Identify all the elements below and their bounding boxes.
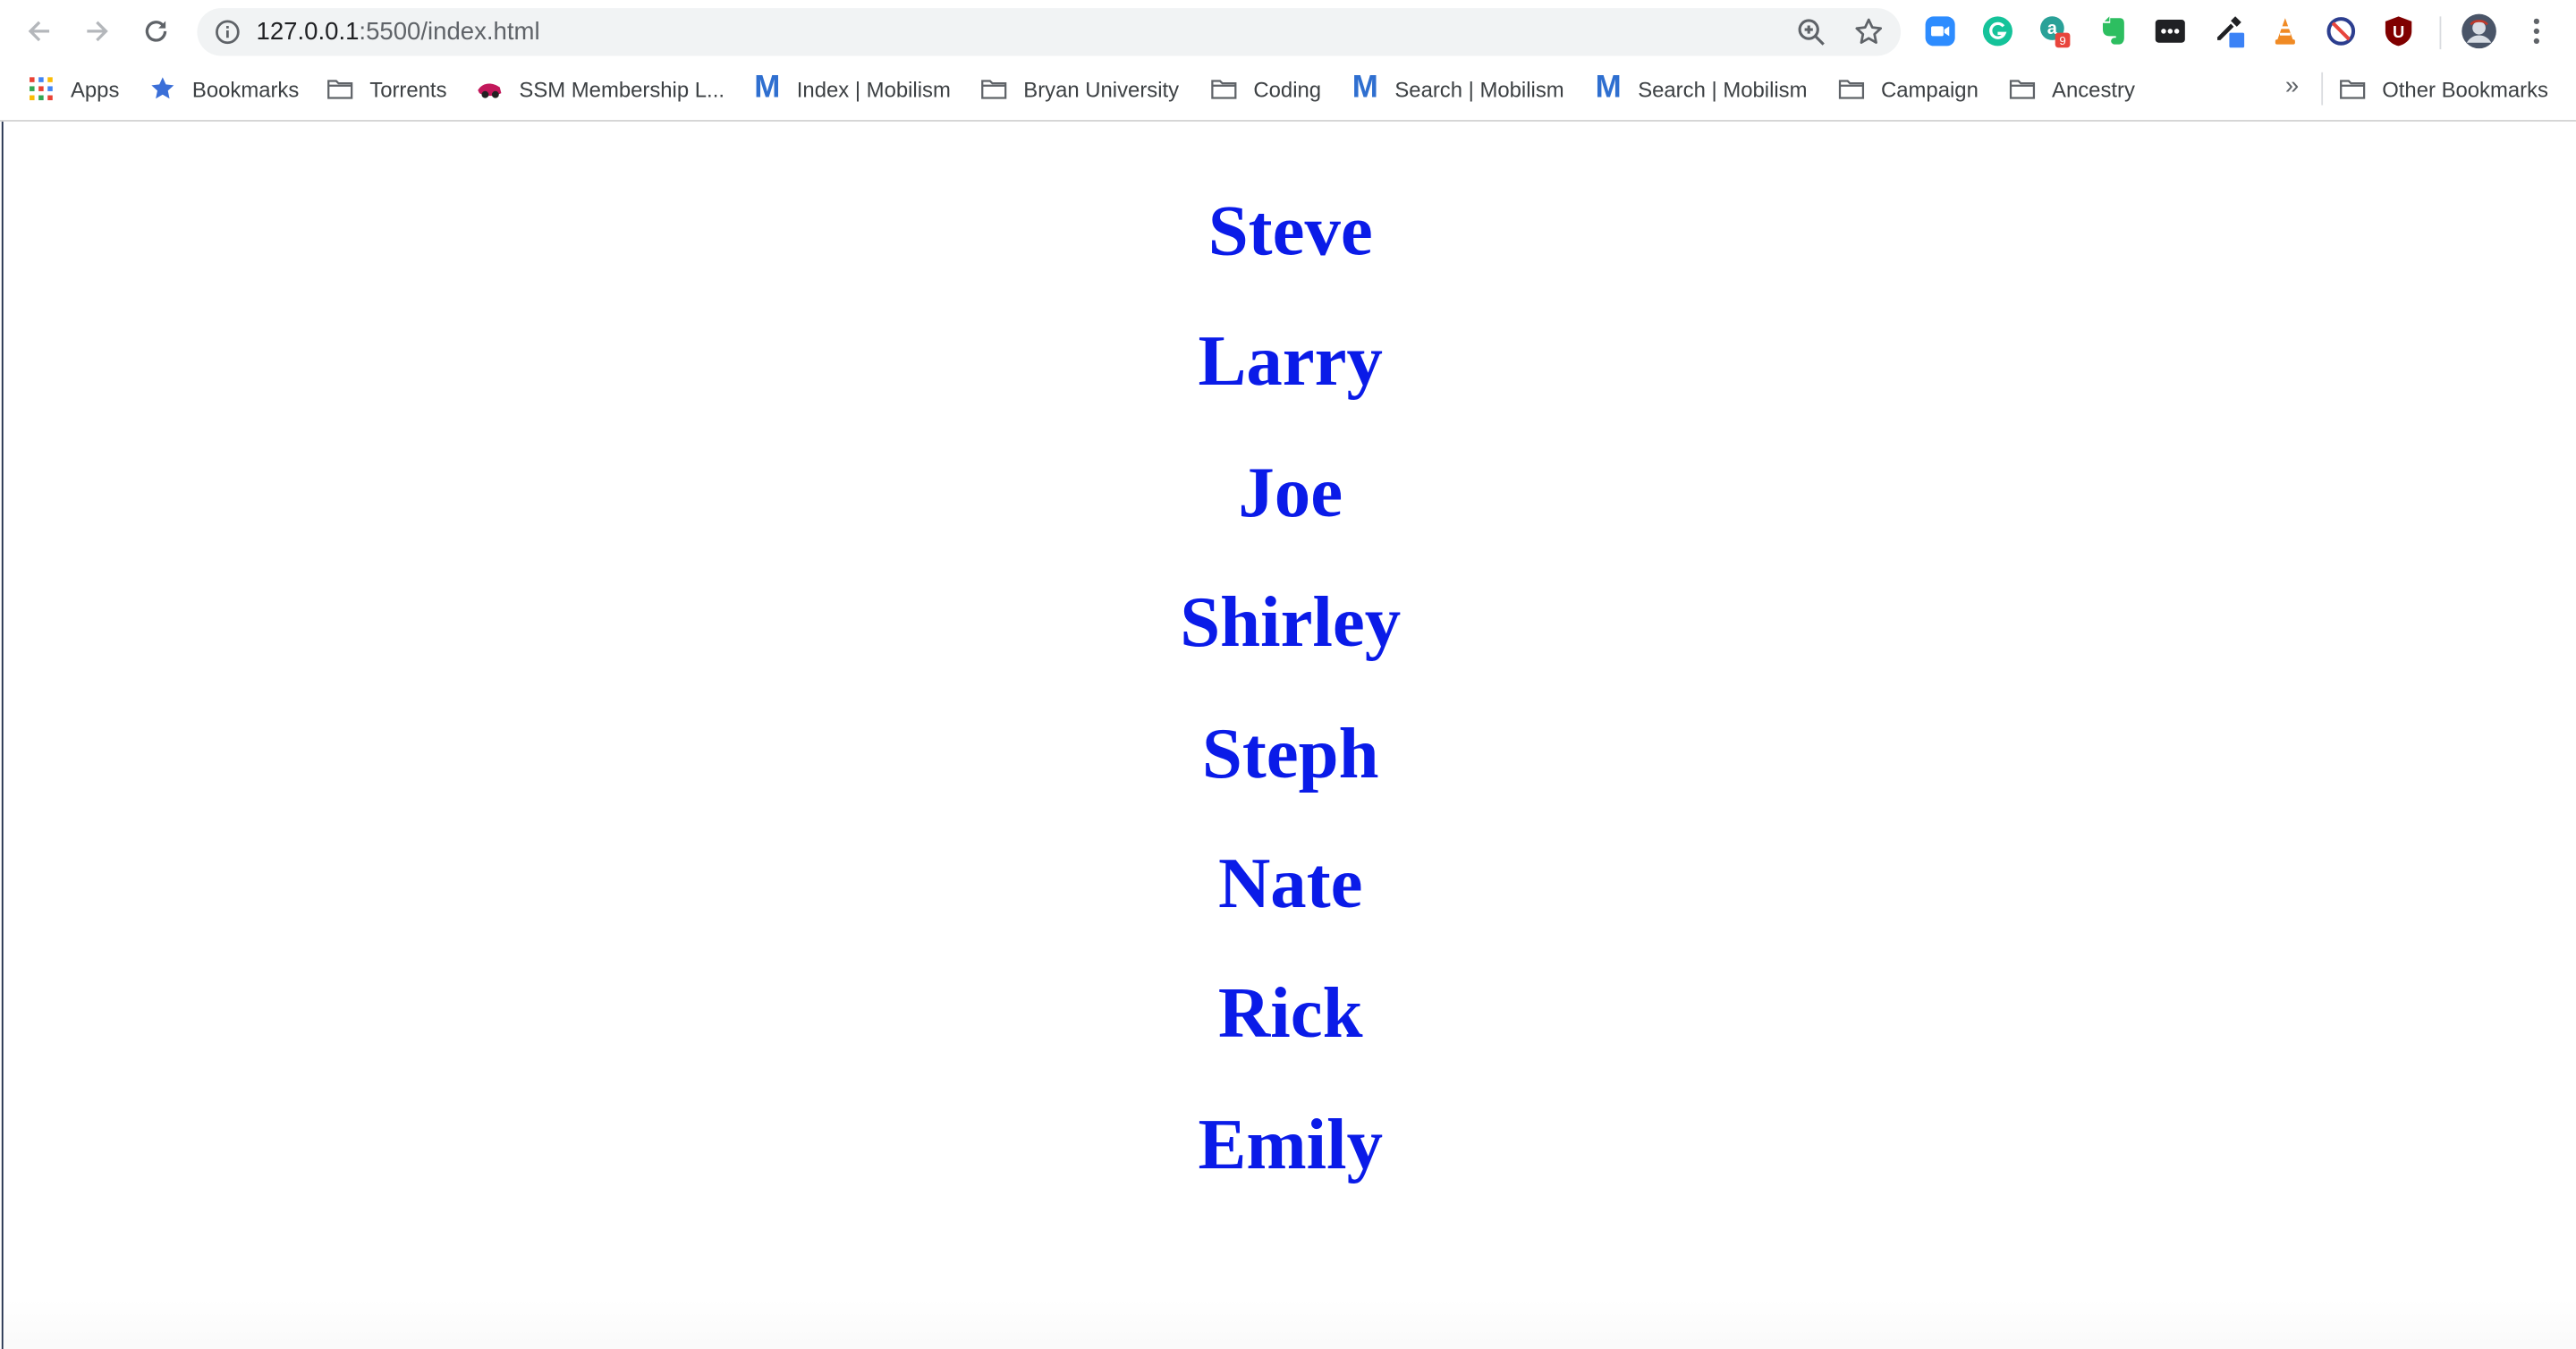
bookmark-label: Search | Mobilism <box>1394 76 1564 101</box>
folder-icon <box>2339 75 2366 101</box>
bookmarks-divider <box>2321 72 2324 106</box>
bookmark-bookmarks[interactable]: Bookmarks <box>149 72 299 106</box>
bookmark-folder-ancestry[interactable]: Ancestry <box>2009 72 2135 106</box>
bookmark-folder-other-bookmarks[interactable]: Other Bookmarks <box>2339 72 2548 106</box>
url-host: 127.0.0.1 <box>256 18 360 47</box>
eyedropper-extension-icon[interactable] <box>2213 15 2246 48</box>
forward-button[interactable] <box>77 12 116 51</box>
more-dots-extension-icon[interactable] <box>2154 15 2187 48</box>
bookmark-label: Ancestry <box>2052 76 2135 101</box>
bookmark-label: Bookmarks <box>191 76 300 101</box>
bookmark-star-icon[interactable] <box>1853 16 1885 47</box>
browser-menu-button[interactable] <box>2520 15 2553 48</box>
folder-icon <box>1838 75 1865 101</box>
apps-grid-icon <box>28 75 54 101</box>
folder-icon <box>981 75 1007 101</box>
bookmark-search-mobilism-1[interactable]: M Search | Mobilism <box>1351 72 1564 106</box>
name-heading: Nate <box>1217 843 1363 924</box>
mobilism-m-icon: M <box>1595 70 1622 106</box>
bookmark-label: Other Bookmarks <box>2382 76 2549 101</box>
blocker-extension-icon[interactable] <box>2325 15 2358 48</box>
folder-icon <box>2009 75 2036 101</box>
ublock-letter: U <box>2393 22 2404 41</box>
bookmark-folder-campaign[interactable]: Campaign <box>1838 72 1979 106</box>
ublock-extension-icon[interactable]: U <box>2382 15 2415 48</box>
url-path: :5500/index.html <box>359 18 540 47</box>
bookmark-folder-bryan-university[interactable]: Bryan University <box>981 72 1180 106</box>
bookmark-label: Coding <box>1253 76 1322 101</box>
site-favicon <box>477 75 503 101</box>
name-heading: Emily <box>1198 1104 1383 1185</box>
mail-tracker-extension-icon[interactable]: a9 <box>2038 15 2072 48</box>
kebab-menu-icon <box>2533 18 2539 45</box>
avatar-icon <box>2462 13 2496 49</box>
mobilism-m-icon: M <box>1352 70 1378 106</box>
name-heading: Steve <box>1208 191 1373 272</box>
evernote-extension-icon[interactable] <box>2097 15 2130 48</box>
bookmark-label: Bryan University <box>1023 76 1180 101</box>
folder-icon <box>1211 75 1237 101</box>
bookmark-folder-torrents[interactable]: Torrents <box>327 72 447 106</box>
browser-toolbar: 127.0.0.1:5500/index.html a9 U <box>0 0 2576 63</box>
name-heading: Steph <box>1201 712 1379 793</box>
name-heading: Joe <box>1238 451 1343 532</box>
bookmark-label: Campaign <box>1881 76 1979 101</box>
bookmark-label: Torrents <box>369 76 447 101</box>
address-bar[interactable]: 127.0.0.1:5500/index.html <box>197 8 1902 56</box>
extension-badge-count: 9 <box>2059 34 2065 47</box>
bookmarks-overflow-chevron[interactable]: » <box>2285 72 2299 100</box>
zoom-icon[interactable] <box>1796 16 1827 47</box>
zoom-extension-icon[interactable] <box>1924 15 1957 48</box>
forward-arrow-icon <box>87 21 108 42</box>
site-info-icon[interactable] <box>214 18 242 46</box>
bookmarks-bar: Apps Bookmarks Torrents SSM Membership L… <box>0 62 2576 122</box>
window-bottom-shadow <box>3 1299 2576 1349</box>
grammarly-extension-icon[interactable] <box>1981 15 2014 48</box>
back-button[interactable] <box>20 12 59 51</box>
bookmark-ssm-membership[interactable]: SSM Membership L... <box>477 72 724 106</box>
toolbar-divider <box>2439 16 2442 50</box>
bookmark-search-mobilism-2[interactable]: M Search | Mobilism <box>1594 72 1808 106</box>
back-arrow-icon <box>28 21 50 42</box>
url-text[interactable]: 127.0.0.1:5500/index.html <box>257 18 540 46</box>
bookmark-label: SSM Membership L... <box>519 76 724 101</box>
reload-icon <box>145 21 167 42</box>
name-heading: Rick <box>1217 973 1363 1055</box>
folder-icon <box>327 75 353 101</box>
names-list: Steve Larry Joe Shirley Steph Nate Rick … <box>4 166 2576 1210</box>
page-viewport: Steve Larry Joe Shirley Steph Nate Rick … <box>1 121 2576 1349</box>
name-heading: Shirley <box>1180 581 1402 663</box>
mobilism-m-icon: M <box>754 70 781 106</box>
bookmark-label: Apps <box>70 76 120 101</box>
bookmark-folder-coding[interactable]: Coding <box>1211 72 1321 106</box>
bookmark-label: Index | Mobilism <box>796 76 951 101</box>
vlc-extension-icon[interactable] <box>2268 15 2301 48</box>
reload-button[interactable] <box>136 12 175 51</box>
bookmark-label: Search | Mobilism <box>1638 76 1808 101</box>
star-icon <box>149 75 175 101</box>
profile-avatar[interactable] <box>2461 13 2496 49</box>
bookmark-index-mobilism[interactable]: M Index | Mobilism <box>752 72 951 106</box>
name-heading: Larry <box>1198 320 1383 402</box>
bookmark-apps[interactable]: Apps <box>28 72 119 106</box>
